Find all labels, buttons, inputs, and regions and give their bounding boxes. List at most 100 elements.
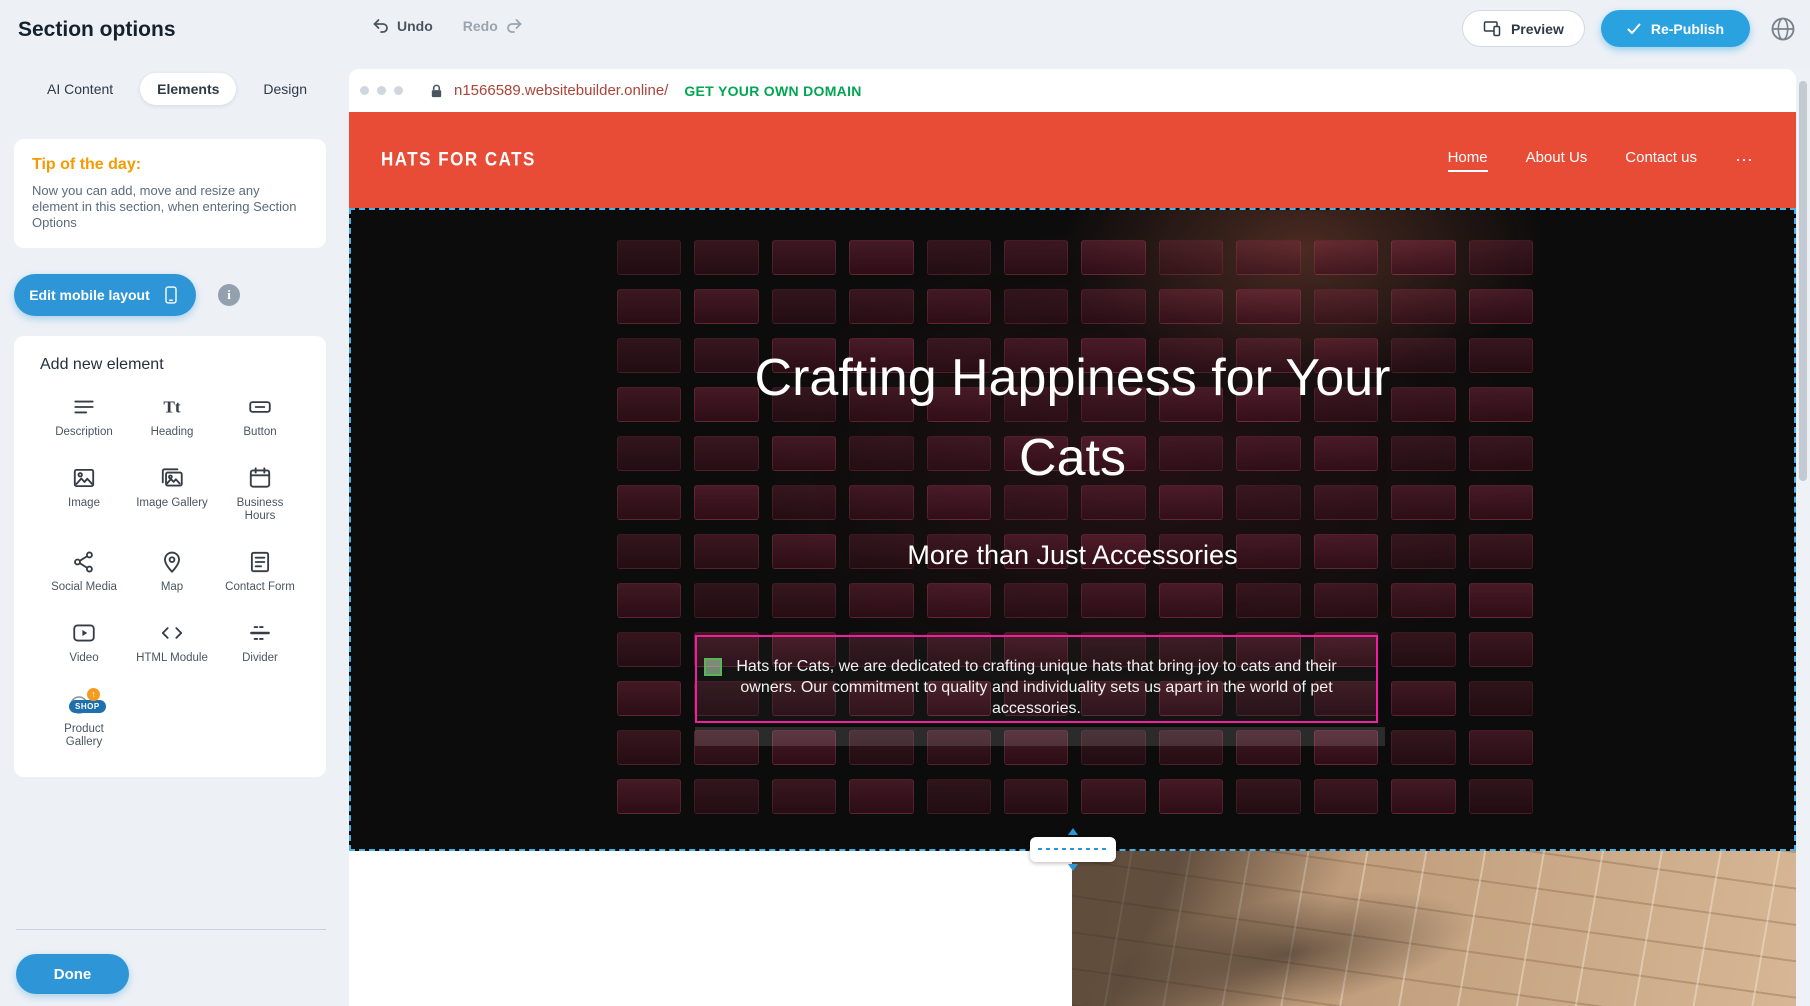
hero-tile [1159,240,1223,275]
scrollbar-thumb[interactable] [1799,81,1807,481]
hero-tile [617,240,681,275]
nav-home[interactable]: Home [1448,149,1488,172]
element-label: Contact Form [225,581,295,594]
edit-mobile-layout-label: Edit mobile layout [29,287,150,303]
hero-tile [772,583,836,618]
brick-floor-image [1072,851,1796,1006]
nav-about-us[interactable]: About Us [1526,149,1588,172]
preview-label: Preview [1511,21,1564,37]
tab-elements[interactable]: Elements [140,73,236,105]
edit-mobile-layout-button[interactable]: Edit mobile layout [14,274,196,316]
business-hours-icon [247,465,273,491]
nav-contact-us[interactable]: Contact us [1625,149,1697,172]
element-tile-button[interactable]: Button [216,394,304,439]
hero-tile [1391,289,1455,324]
element-tile-description[interactable]: Description [40,394,128,439]
site-url[interactable]: n1566589.websitebuilder.online/ [454,82,668,99]
element-label: Product Gallery [46,723,122,749]
browser-bar: n1566589.websitebuilder.online/ GET YOUR… [349,69,1796,112]
window-dots [360,86,403,95]
selected-text-element[interactable]: Hats for Cats, we are dedicated to craft… [695,635,1378,723]
hero-tile [1314,779,1378,814]
tip-title: Tip of the day: [32,156,308,174]
element-grid: Description Tt Heading Button Imag [40,394,326,749]
element-tile-divider[interactable]: Divider [216,620,304,665]
hero-tile [849,779,913,814]
add-new-element-card: Add new element Description Tt Heading B… [14,336,326,777]
video-icon [71,620,97,646]
sidebar-divider [16,929,326,930]
hero-tile [1081,240,1145,275]
preview-button[interactable]: Preview [1462,10,1585,47]
image-icon [71,465,97,491]
hero-tile [1469,730,1533,765]
hero-tile [694,240,758,275]
hero-tile [927,779,991,814]
hero-tile [1314,240,1378,275]
get-your-own-domain-link[interactable]: GET YOUR OWN DOMAIN [684,83,861,99]
element-label: Video [69,652,98,665]
hero-section[interactable]: Crafting Happiness for Your Cats More th… [349,208,1796,851]
republish-button[interactable]: Re-Publish [1601,10,1750,47]
tab-ai-content[interactable]: AI Content [30,73,130,105]
site-logo: HATS FOR CATS [381,149,536,171]
element-tile-video[interactable]: Video [40,620,128,665]
add-new-element-title: Add new element [40,356,326,374]
hero-tile [849,289,913,324]
hero-tile [1236,240,1300,275]
republish-label: Re-Publish [1651,21,1724,37]
element-label: Image Gallery [136,497,208,510]
section-resize-handle[interactable] [1030,837,1116,862]
section-options-sidebar: AI Content Elements Design Tip of the da… [0,58,349,1006]
mobile-layout-row: Edit mobile layout i [14,274,349,316]
element-label: Description [55,426,113,439]
site-nav: Home About Us Contact us ⋯ [1448,112,1754,208]
element-tile-social-media[interactable]: Social Media [40,549,128,594]
nav-more-button[interactable]: ⋯ [1735,150,1754,171]
hero-tile [617,338,681,373]
element-tile-map[interactable]: Map [128,549,216,594]
element-tile-html-module[interactable]: HTML Module [128,620,216,665]
site-preview-frame: n1566589.websitebuilder.online/ GET YOUR… [349,69,1796,1006]
tab-design[interactable]: Design [246,73,324,105]
social-media-icon [71,549,97,575]
hero-tile [1391,681,1455,716]
undo-label: Undo [397,18,433,34]
element-tile-heading[interactable]: Tt Heading [128,394,216,439]
language-globe-button[interactable] [1766,12,1800,46]
hero-tile [1236,289,1300,324]
hero-tile [1004,240,1068,275]
element-label: Button [243,426,276,439]
hero-tile [617,730,681,765]
info-icon[interactable]: i [218,284,240,306]
top-toolbar: Section options Undo Redo Preview [0,0,1810,58]
site-header: HATS FOR CATS Home About Us Contact us ⋯ [349,112,1796,208]
hero-tile [1081,779,1145,814]
undo-button[interactable]: Undo [372,17,433,34]
hero-tile [772,240,836,275]
redo-icon [506,17,523,34]
hero-tile [1236,583,1300,618]
hero-tile [1469,779,1533,814]
hero-tile [1469,485,1533,520]
divider-icon [247,620,273,646]
hero-tile [1469,387,1533,422]
hero-tile [849,583,913,618]
element-tile-image-gallery[interactable]: Image Gallery [128,465,216,523]
hero-tile [1469,681,1533,716]
element-tile-contact-form[interactable]: Contact Form [216,549,304,594]
hero-tile [1004,583,1068,618]
redo-button[interactable]: Redo [463,17,523,34]
topbar-actions: Preview Re-Publish [1462,10,1800,47]
shop-arrow-badge-icon: ↑ [87,688,100,701]
hero-tile [617,632,681,667]
hero-tile [694,289,758,324]
done-button[interactable]: Done [16,954,129,994]
hero-tile [617,289,681,324]
element-resize-handle[interactable] [704,658,722,676]
element-label: Heading [151,426,194,439]
element-tile-business-hours[interactable]: Business Hours [216,465,304,523]
element-tile-image[interactable]: Image [40,465,128,523]
element-tile-product-gallery[interactable]: SHOP ↑ Product Gallery [40,691,128,749]
hero-tile [1314,289,1378,324]
